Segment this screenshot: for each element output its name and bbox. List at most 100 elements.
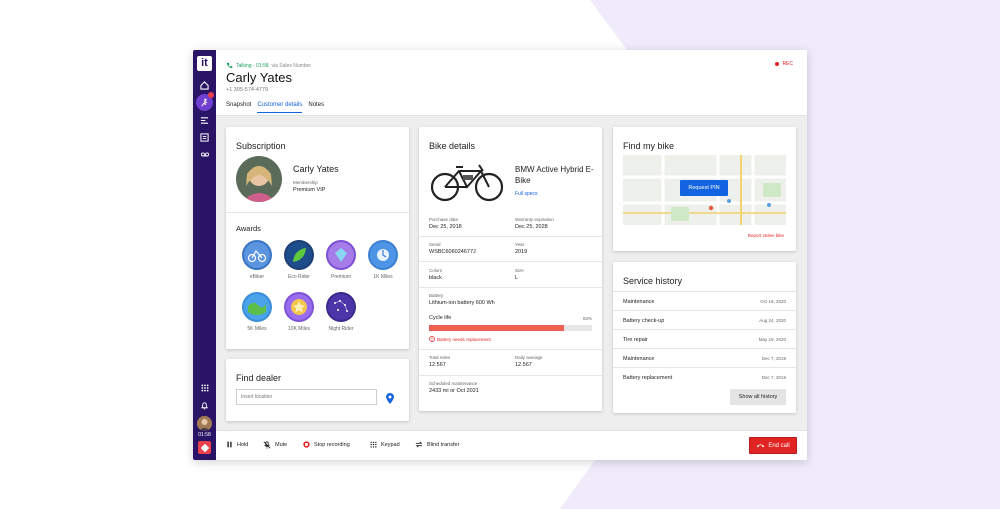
- cycle-life-bar: [429, 325, 592, 331]
- ebiker-badge-icon: [242, 240, 272, 270]
- service-date: Aug 24, 2020: [759, 318, 786, 323]
- stop-recording-label: Stop recording: [314, 441, 350, 448]
- service-row[interactable]: Maintenance Dec 7, 2019: [613, 349, 796, 368]
- maintenance-value: 2433 mi or Oct 2021: [429, 388, 479, 394]
- mute-button[interactable]: Mute: [263, 441, 287, 449]
- bike-map[interactable]: Request PIN: [623, 155, 786, 225]
- service-row[interactable]: Maintenance Oct 16, 2020: [613, 292, 796, 311]
- divider: [419, 236, 602, 237]
- keypad-button[interactable]: Keypad: [370, 441, 400, 449]
- request-pin-button[interactable]: Request PIN: [680, 180, 728, 196]
- app-window: it 01:58 Talking · 01:58 via Sales Numbe…: [193, 50, 807, 460]
- size-label: Size: [515, 268, 524, 273]
- call-controls: Hold Mute Stop recording Keypad Blind tr…: [216, 430, 807, 460]
- warranty-label: Warranty expiration: [515, 217, 554, 222]
- tab-bar: Snapshot Customer details Notes: [226, 102, 324, 113]
- service-date: Dec 7, 2019: [761, 356, 786, 361]
- battery-warning-text: Battery needs replacement: [437, 336, 491, 342]
- serial-value: WSBC606024677J: [429, 249, 476, 255]
- customer-phone: +1 305-574-4779: [226, 87, 269, 93]
- service-name: Maintenance: [623, 299, 655, 305]
- tab-snapshot[interactable]: Snapshot: [226, 102, 251, 113]
- colors-label: Colors: [429, 268, 443, 273]
- subscription-name: Carly Yates: [293, 164, 339, 174]
- service-date: May 19, 2020: [758, 337, 786, 342]
- voicemail-icon[interactable]: [198, 148, 211, 161]
- award-label-premium: Premium: [330, 274, 351, 280]
- hold-button[interactable]: Hold: [226, 441, 248, 448]
- mute-label: Mute: [275, 442, 288, 448]
- find-dealer-card: Find dealer: [226, 359, 409, 421]
- rec-label: REC: [782, 61, 793, 67]
- recording-indicator: REC: [775, 61, 793, 67]
- battery-warning: Battery needs replacement: [429, 336, 491, 342]
- divider: [419, 375, 602, 376]
- status-indicator-icon[interactable]: [198, 441, 211, 454]
- award-label-eco-rider: Eco Rider: [288, 274, 310, 280]
- active-call-icon[interactable]: [196, 92, 214, 111]
- cycle-life-fill: [429, 325, 565, 331]
- mic-off-icon: [263, 441, 271, 449]
- apps-grid-icon[interactable]: [198, 381, 211, 394]
- phone-icon: [226, 62, 233, 69]
- blind-transfer-label: Blind transfer: [427, 441, 460, 448]
- 10k-miles-badge-icon: [284, 292, 314, 322]
- full-specs-link[interactable]: Full specs: [515, 191, 538, 197]
- 5k-miles-badge-icon: [242, 292, 272, 322]
- service-row[interactable]: Battery replacement Dec 7, 2019: [613, 368, 796, 387]
- contacts-icon[interactable]: [198, 131, 211, 144]
- transfer-icon: [415, 441, 423, 448]
- award-label-10k-miles: 10K Miles: [288, 326, 310, 332]
- find-dealer-title: Find dealer: [236, 373, 282, 383]
- eco-rider-badge-icon: [284, 240, 314, 270]
- dealer-location-input[interactable]: [236, 389, 377, 405]
- call-via-text: via Sales Number: [271, 62, 311, 69]
- stop-record-icon: [303, 441, 310, 448]
- service-date: Oct 16, 2020: [760, 299, 786, 304]
- service-name: Battery check-up: [623, 318, 665, 324]
- service-history-title: Service history: [623, 276, 683, 286]
- stop-recording-button[interactable]: Stop recording: [303, 441, 350, 448]
- report-stolen-link[interactable]: Report stolen bike: [748, 233, 784, 238]
- end-call-label: End call: [768, 442, 790, 449]
- daily-average-label: Daily average: [515, 355, 543, 360]
- colors-value: black: [429, 275, 442, 281]
- subscription-title: Subscription: [236, 141, 286, 151]
- year-label: Year: [515, 242, 525, 247]
- service-name: Tire repair: [623, 337, 648, 343]
- user-avatar[interactable]: [197, 416, 212, 431]
- home-icon[interactable]: [198, 79, 211, 92]
- hang-up-icon: [757, 444, 765, 448]
- show-all-history-button[interactable]: Show all history: [730, 389, 786, 405]
- find-my-bike-title: Find my bike: [623, 141, 675, 151]
- service-row[interactable]: Tire repair May 19, 2020: [613, 330, 796, 349]
- bell-icon[interactable]: [198, 399, 211, 412]
- divider: [419, 261, 602, 262]
- membership-value: Premium VIP: [293, 187, 326, 193]
- total-miles-value: 12.567: [429, 362, 446, 368]
- award-label-night-rider: Night Rider: [328, 326, 354, 332]
- purchase-date-value: Dec 25, 2018: [429, 224, 462, 230]
- divider: [419, 287, 602, 288]
- call-status: Talking · 01:58 via Sales Number: [226, 62, 311, 69]
- location-pin-icon[interactable]: [386, 391, 394, 409]
- bike-details-card: Bike details BMW Active Hybrid E-Bike Fu…: [419, 127, 602, 411]
- pause-icon: [227, 441, 232, 448]
- awards-title: Awards: [236, 224, 261, 233]
- tab-customer-details[interactable]: Customer details: [257, 102, 303, 113]
- award-label-5k-miles: 5K Miles: [247, 326, 267, 332]
- service-history-card: Service history Maintenance Oct 16, 2020…: [613, 262, 796, 413]
- bike-details-title: Bike details: [429, 141, 476, 151]
- service-row[interactable]: Battery check-up Aug 24, 2020: [613, 311, 796, 330]
- keypad-icon: [370, 441, 377, 448]
- queue-icon[interactable]: [198, 114, 211, 127]
- hold-label: Hold: [237, 441, 249, 448]
- cycle-life-percent: 83%: [582, 316, 592, 321]
- tab-notes[interactable]: Notes: [308, 102, 324, 113]
- end-call-button[interactable]: End call: [749, 437, 797, 454]
- bike-image: [429, 159, 505, 208]
- blind-transfer-button[interactable]: Blind transfer: [415, 441, 459, 448]
- premium-badge-icon: [326, 240, 356, 270]
- warning-icon: [429, 336, 435, 342]
- main-content: Subscription Carly Yates Membership Prem…: [216, 116, 807, 430]
